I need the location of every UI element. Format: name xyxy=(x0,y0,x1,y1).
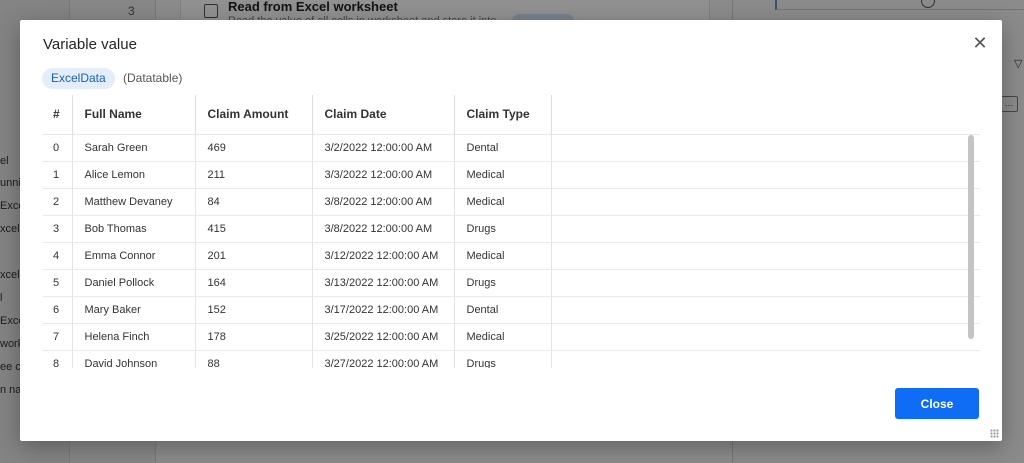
table-row[interactable]: 7 Helena Finch 178 3/25/2022 12:00:00 AM Med… xyxy=(43,323,980,351)
variable-value-dialog: Variable value ✕ ExcelData (Datatable) #… xyxy=(20,20,1002,441)
table-cell: Sarah Green xyxy=(72,134,196,162)
close-icon[interactable]: ✕ xyxy=(971,34,989,52)
table-cell-filler xyxy=(551,161,980,189)
table-cell: 3/25/2022 12:00:00 AM xyxy=(312,323,455,351)
table-cell: 3/2/2022 12:00:00 AM xyxy=(312,134,455,162)
table-cell: 5 xyxy=(43,269,73,297)
table-cell: Dental xyxy=(454,296,552,324)
table-cell: 3/17/2022 12:00:00 AM xyxy=(312,296,455,324)
table-cell-filler xyxy=(551,269,980,297)
column-header-claim-date[interactable]: Claim Date xyxy=(312,95,455,135)
table-cell: 0 xyxy=(43,134,73,162)
variable-name-chip: ExcelData xyxy=(42,68,115,89)
table-cell: Medical xyxy=(454,188,552,216)
table-body: 0 Sarah Green 469 3/2/2022 12:00:00 AM Denta… xyxy=(43,134,980,368)
table-cell: 3 xyxy=(43,215,73,243)
table-cell: 211 xyxy=(195,161,313,189)
table-cell-filler xyxy=(551,323,980,351)
table-row[interactable]: 4 Emma Connor 201 3/12/2022 12:00:00 AM Medi… xyxy=(43,242,980,270)
table-cell: Matthew Devaney xyxy=(72,188,196,216)
table-cell: Medical xyxy=(454,161,552,189)
table-row[interactable]: 1 Alice Lemon 211 3/3/2022 12:00:00 AM Medic… xyxy=(43,161,980,189)
table-cell: 88 xyxy=(195,350,313,368)
table-cell: 415 xyxy=(195,215,313,243)
column-header-claim-amount[interactable]: Claim Amount xyxy=(195,95,313,135)
table-cell: 3/8/2022 12:00:00 AM xyxy=(312,215,455,243)
table-cell-filler xyxy=(551,134,980,162)
table-cell: Daniel Pollock xyxy=(72,269,196,297)
table-cell: 3/8/2022 12:00:00 AM xyxy=(312,188,455,216)
table-cell: 469 xyxy=(195,134,313,162)
table-cell: Drugs xyxy=(454,350,552,368)
vertical-scrollbar[interactable] xyxy=(967,135,975,339)
table-cell: Drugs xyxy=(454,215,552,243)
table-cell: Medical xyxy=(454,323,552,351)
dialog-title: Variable value xyxy=(43,36,137,53)
table-cell: Dental xyxy=(454,134,552,162)
table-cell: Alice Lemon xyxy=(72,161,196,189)
table-cell: 4 xyxy=(43,242,73,270)
table-cell: Bob Thomas xyxy=(72,215,196,243)
table-cell: Medical xyxy=(454,242,552,270)
table-row[interactable]: 0 Sarah Green 469 3/2/2022 12:00:00 AM Denta… xyxy=(43,134,980,162)
table-cell-filler xyxy=(551,242,980,270)
table-header-row: # Full Name Claim Amount Claim Date Clai… xyxy=(43,95,980,135)
table-row[interactable]: 2 Matthew Devaney 84 3/8/2022 12:00:00 AM Me… xyxy=(43,188,980,216)
table-cell: 3/27/2022 12:00:00 AM xyxy=(312,350,455,368)
table-cell: 164 xyxy=(195,269,313,297)
datatable: # Full Name Claim Amount Claim Date Clai… xyxy=(43,95,980,368)
column-header-index[interactable]: # xyxy=(43,95,73,135)
table-cell-filler xyxy=(551,188,980,216)
scrollbar-thumb[interactable] xyxy=(968,135,974,339)
table-cell: 84 xyxy=(195,188,313,216)
column-header-filler xyxy=(551,95,980,135)
table-cell-filler xyxy=(551,215,980,243)
table-cell: 2 xyxy=(43,188,73,216)
table-cell: Mary Baker xyxy=(72,296,196,324)
table-cell: 152 xyxy=(195,296,313,324)
table-cell: 6 xyxy=(43,296,73,324)
table-row[interactable]: 5 Daniel Pollock 164 3/13/2022 12:00:00 AM D… xyxy=(43,269,980,297)
table-row[interactable]: 6 Mary Baker 152 3/17/2022 12:00:00 AM Denta… xyxy=(43,296,980,324)
table-cell: 3/12/2022 12:00:00 AM xyxy=(312,242,455,270)
table-cell-filler xyxy=(551,296,980,324)
table-cell: 3/3/2022 12:00:00 AM xyxy=(312,161,455,189)
variable-type-label: (Datatable) xyxy=(123,71,183,85)
datatable-grid: # Full Name Claim Amount Claim Date Clai… xyxy=(43,95,980,368)
table-row[interactable]: 8 David Johnson 88 3/27/2022 12:00:00 AM Dru… xyxy=(43,350,980,368)
table-cell-filler xyxy=(551,350,980,368)
table-cell: 178 xyxy=(195,323,313,351)
table-row[interactable]: 3 Bob Thomas 415 3/8/2022 12:00:00 AM Drugs xyxy=(43,215,980,243)
table-cell: Emma Connor xyxy=(72,242,196,270)
close-button[interactable]: Close xyxy=(895,388,979,419)
table-cell: David Johnson xyxy=(72,350,196,368)
table-cell: Drugs xyxy=(454,269,552,297)
table-cell: 201 xyxy=(195,242,313,270)
table-cell: 3/13/2022 12:00:00 AM xyxy=(312,269,455,297)
table-cell: 8 xyxy=(43,350,73,368)
column-header-claim-type[interactable]: Claim Type xyxy=(454,95,552,135)
table-cell: 1 xyxy=(43,161,73,189)
resize-grip-icon[interactable] xyxy=(990,429,999,438)
table-cell: Helena Finch xyxy=(72,323,196,351)
table-cell: 7 xyxy=(43,323,73,351)
column-header-full-name[interactable]: Full Name xyxy=(72,95,196,135)
